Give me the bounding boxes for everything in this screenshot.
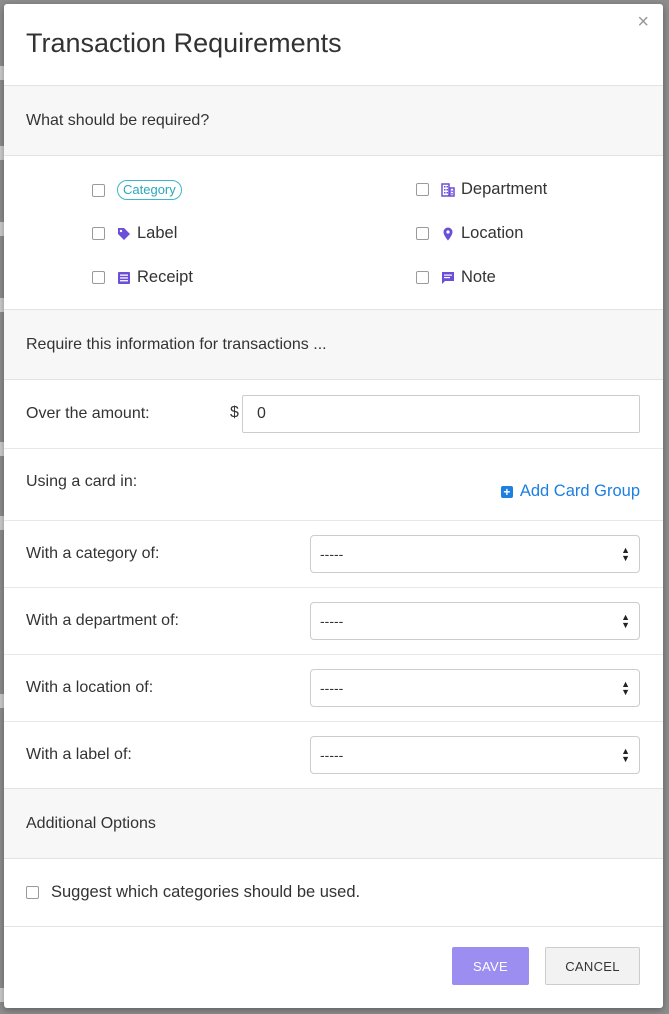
receipt-icon	[117, 271, 131, 285]
select-arrows-icon: ▲ ▼	[621, 679, 630, 697]
require-note-option[interactable]: Note	[416, 268, 496, 287]
location-select[interactable]: ----- ▲ ▼	[310, 669, 640, 707]
additional-options-heading: Additional Options	[4, 789, 663, 859]
require-location-checkbox[interactable]	[416, 227, 429, 240]
suggest-categories-option[interactable]: Suggest which categories should be used.	[4, 859, 663, 927]
plus-icon: +	[500, 485, 513, 498]
location-label: Location	[461, 224, 524, 242]
close-icon[interactable]: ×	[637, 12, 649, 32]
amount-input[interactable]	[242, 395, 640, 433]
currency-symbol: $	[230, 404, 239, 421]
required-options: Category Department Label Location Recei…	[4, 156, 663, 310]
label-icon	[117, 227, 131, 241]
card-group-row: Using a card in: + Add Card Group	[4, 449, 663, 521]
cancel-button[interactable]: CANCEL	[545, 947, 640, 985]
comment-icon	[441, 271, 455, 285]
add-card-group-label: Add Card Group	[519, 482, 640, 500]
select-arrows-icon: ▲ ▼	[621, 545, 630, 563]
department-select[interactable]: ----- ▲ ▼	[310, 602, 640, 640]
require-label-checkbox[interactable]	[92, 227, 105, 240]
amount-row: Over the amount: $	[4, 380, 663, 449]
receipt-label: Receipt	[137, 268, 193, 286]
label-row: With a label of: ----- ▲ ▼	[4, 722, 663, 789]
require-category-checkbox[interactable]	[92, 183, 105, 197]
add-card-group-button[interactable]: + Add Card Group	[500, 482, 640, 501]
save-button[interactable]: SAVE	[452, 947, 529, 985]
department-row: With a department of: ----- ▲ ▼	[4, 588, 663, 655]
require-receipt-checkbox[interactable]	[92, 271, 105, 284]
require-department-checkbox[interactable]	[416, 183, 429, 196]
note-label: Note	[461, 268, 496, 286]
modal-title: Transaction Requirements	[4, 4, 663, 86]
category-tag: Category	[117, 180, 182, 200]
suggest-categories-checkbox[interactable]	[26, 886, 39, 899]
transaction-requirements-modal: × Transaction Requirements What should b…	[4, 4, 663, 1008]
map-pin-icon	[441, 227, 455, 241]
building-icon	[441, 182, 455, 197]
required-section-heading: What should be required?	[4, 86, 663, 156]
select-arrows-icon: ▲ ▼	[621, 746, 630, 764]
require-label-option[interactable]: Label	[92, 224, 177, 243]
label-label: Label	[137, 224, 178, 242]
location-row: With a location of: ----- ▲ ▼	[4, 655, 663, 722]
require-receipt-option[interactable]: Receipt	[92, 268, 193, 287]
modal-footer: SAVE CANCEL	[4, 927, 663, 1008]
require-location-option[interactable]: Location	[416, 224, 523, 243]
require-department-option[interactable]: Department	[416, 180, 547, 199]
suggest-categories-label: Suggest which categories should be used.	[51, 883, 361, 901]
label-select[interactable]: ----- ▲ ▼	[310, 736, 640, 774]
category-row: With a category of: ----- ▲ ▼	[4, 521, 663, 588]
department-label: Department	[461, 180, 548, 198]
require-category-option[interactable]: Category	[92, 180, 182, 200]
select-arrows-icon: ▲ ▼	[621, 612, 630, 630]
category-select[interactable]: ----- ▲ ▼	[310, 535, 640, 573]
require-note-checkbox[interactable]	[416, 271, 429, 284]
conditions-section-heading: Require this information for transaction…	[4, 310, 663, 380]
